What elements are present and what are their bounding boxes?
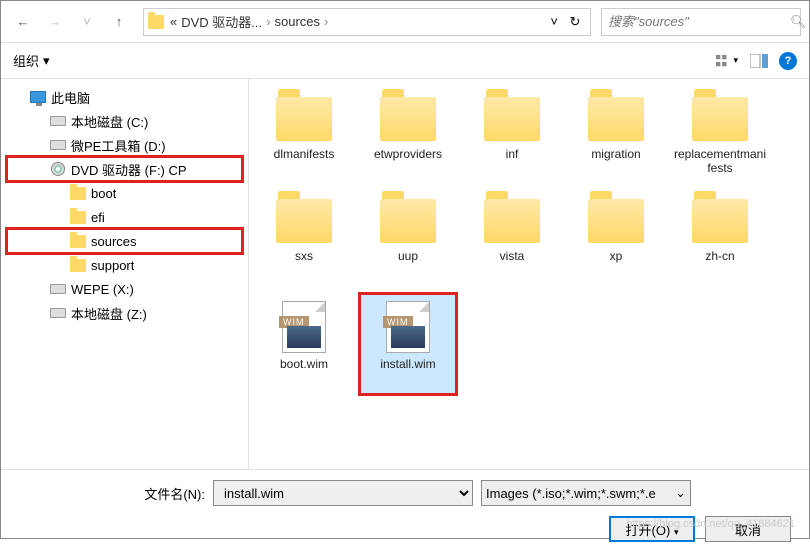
drive-icon: [49, 305, 67, 321]
file-label: uup: [398, 249, 418, 263]
tree-item-label: boot: [91, 186, 116, 201]
address-bar[interactable]: « DVD 驱动器... › sources › ˅ ↻: [143, 8, 591, 36]
folder-icon: [69, 185, 87, 201]
tree-item-label: 本地磁盘 (Z:): [71, 304, 147, 323]
tree-item-label: efi: [91, 210, 105, 225]
nav-up-button[interactable]: ↑: [105, 8, 133, 36]
tree-item-label: DVD 驱动器 (F:) CP: [71, 160, 187, 179]
nav-back-button[interactable]: ←: [9, 8, 37, 36]
tree-item-label: sources: [91, 234, 137, 249]
cancel-button[interactable]: 取消: [705, 516, 791, 542]
folder-item[interactable]: sxs: [257, 193, 351, 291]
tree-item-label: WEPE (X:): [71, 282, 134, 297]
chevron-right-icon: ›: [266, 14, 270, 29]
filename-label: 文件名(N):: [15, 484, 205, 503]
drive-icon: [49, 137, 67, 153]
tree-item[interactable]: support: [5, 253, 244, 277]
sidebar-tree[interactable]: 此电脑本地磁盘 (C:) 微PE工具箱 (D:) DVD 驱动器 (F:) CP bo…: [1, 79, 249, 469]
folder-icon: [148, 15, 164, 29]
tree-item[interactable]: 本地磁盘 (C:): [5, 109, 244, 133]
breadcrumb-item[interactable]: sources: [274, 14, 320, 29]
address-dropdown-icon[interactable]: ˅: [550, 14, 558, 29]
dvd-icon: [49, 161, 67, 177]
dropdown-icon[interactable]: ▾: [43, 53, 50, 69]
folder-item[interactable]: etwproviders: [361, 91, 455, 189]
toolbar: 组织 ▾ ▾ ?: [1, 43, 809, 79]
refresh-button[interactable]: ↻: [564, 11, 586, 33]
file-label: sxs: [295, 249, 313, 263]
wim-file-icon: WIM: [386, 301, 430, 353]
folder-icon: [69, 233, 87, 249]
bottom-bar: 文件名(N): install.wim Images (*.iso;*.wim;…: [1, 469, 809, 552]
folder-item[interactable]: dlmanifests: [257, 91, 351, 189]
folder-item[interactable]: migration: [569, 91, 663, 189]
folder-icon: [692, 199, 748, 243]
folder-icon: [380, 97, 436, 141]
folder-item[interactable]: inf: [465, 91, 559, 189]
chevron-right-icon: ›: [324, 14, 328, 29]
tree-item[interactable]: boot: [5, 181, 244, 205]
open-button[interactable]: 打开(O) ▾: [609, 516, 695, 542]
search-box[interactable]: 🔍︎: [601, 8, 801, 36]
tree-item-label: support: [91, 258, 134, 273]
tree-item[interactable]: 微PE工具箱 (D:): [5, 133, 244, 157]
breadcrumb[interactable]: « DVD 驱动器... › sources ›: [170, 12, 544, 31]
tree-item-label: 此电脑: [51, 88, 90, 107]
file-label: dlmanifests: [274, 147, 335, 161]
folder-item[interactable]: replacementmanifests: [673, 91, 767, 189]
file-label: zh-cn: [705, 249, 734, 263]
file-item[interactable]: WIM install.wim: [361, 295, 455, 393]
monitor-icon: [29, 89, 47, 105]
search-input[interactable]: [608, 14, 786, 29]
folder-icon: [588, 199, 644, 243]
tree-item[interactable]: 本地磁盘 (Z:): [5, 301, 244, 325]
tree-item-label: 本地磁盘 (C:): [71, 112, 148, 131]
file-grid[interactable]: dlmanifests etwproviders inf migration repla…: [249, 79, 809, 469]
nav-recent-dropdown[interactable]: ˅: [73, 8, 101, 36]
tree-item[interactable]: efi: [5, 205, 244, 229]
file-label: xp: [610, 249, 623, 263]
search-icon[interactable]: 🔍︎: [790, 14, 807, 30]
folder-item[interactable]: uup: [361, 193, 455, 291]
wim-file-icon: WIM: [282, 301, 326, 353]
drive-icon: [49, 281, 67, 297]
filename-input[interactable]: install.wim: [213, 480, 473, 506]
folder-icon: [276, 199, 332, 243]
folder-icon: [380, 199, 436, 243]
file-type-filter[interactable]: Images (*.iso;*.wim;*.swm;*.e⌄: [481, 480, 691, 506]
drive-icon: [49, 113, 67, 129]
folder-icon: [69, 209, 87, 225]
folder-icon: [692, 97, 748, 141]
preview-pane-button[interactable]: [747, 51, 771, 71]
folder-icon: [588, 97, 644, 141]
file-label: install.wim: [380, 357, 435, 371]
tree-item[interactable]: 此电脑: [5, 85, 244, 109]
file-item[interactable]: WIM boot.wim: [257, 295, 351, 393]
tree-item[interactable]: DVD 驱动器 (F:) CP: [5, 157, 244, 181]
file-label: vista: [500, 249, 525, 263]
file-label: etwproviders: [374, 147, 442, 161]
organize-button[interactable]: 组织: [13, 51, 39, 70]
folder-icon: [69, 257, 87, 273]
folder-item[interactable]: vista: [465, 193, 559, 291]
tree-item[interactable]: WEPE (X:): [5, 277, 244, 301]
help-button[interactable]: ?: [779, 52, 797, 70]
tree-item[interactable]: sources: [5, 229, 244, 253]
nav-forward-button[interactable]: →: [41, 8, 69, 36]
folder-item[interactable]: zh-cn: [673, 193, 767, 291]
folder-icon: [484, 97, 540, 141]
folder-item[interactable]: xp: [569, 193, 663, 291]
file-label: boot.wim: [280, 357, 328, 371]
file-label: inf: [506, 147, 519, 161]
content-area: 此电脑本地磁盘 (C:) 微PE工具箱 (D:) DVD 驱动器 (F:) CP bo…: [1, 79, 809, 469]
tree-item-label: 微PE工具箱 (D:): [71, 136, 166, 155]
file-label: migration: [591, 147, 640, 161]
folder-icon: [484, 199, 540, 243]
navigation-bar: ← → ˅ ↑ « DVD 驱动器... › sources › ˅ ↻ 🔍︎: [1, 1, 809, 43]
folder-icon: [276, 97, 332, 141]
breadcrumb-item[interactable]: DVD 驱动器...: [181, 12, 262, 31]
view-options-button[interactable]: ▾: [715, 51, 739, 71]
file-label: replacementmanifests: [673, 147, 767, 176]
